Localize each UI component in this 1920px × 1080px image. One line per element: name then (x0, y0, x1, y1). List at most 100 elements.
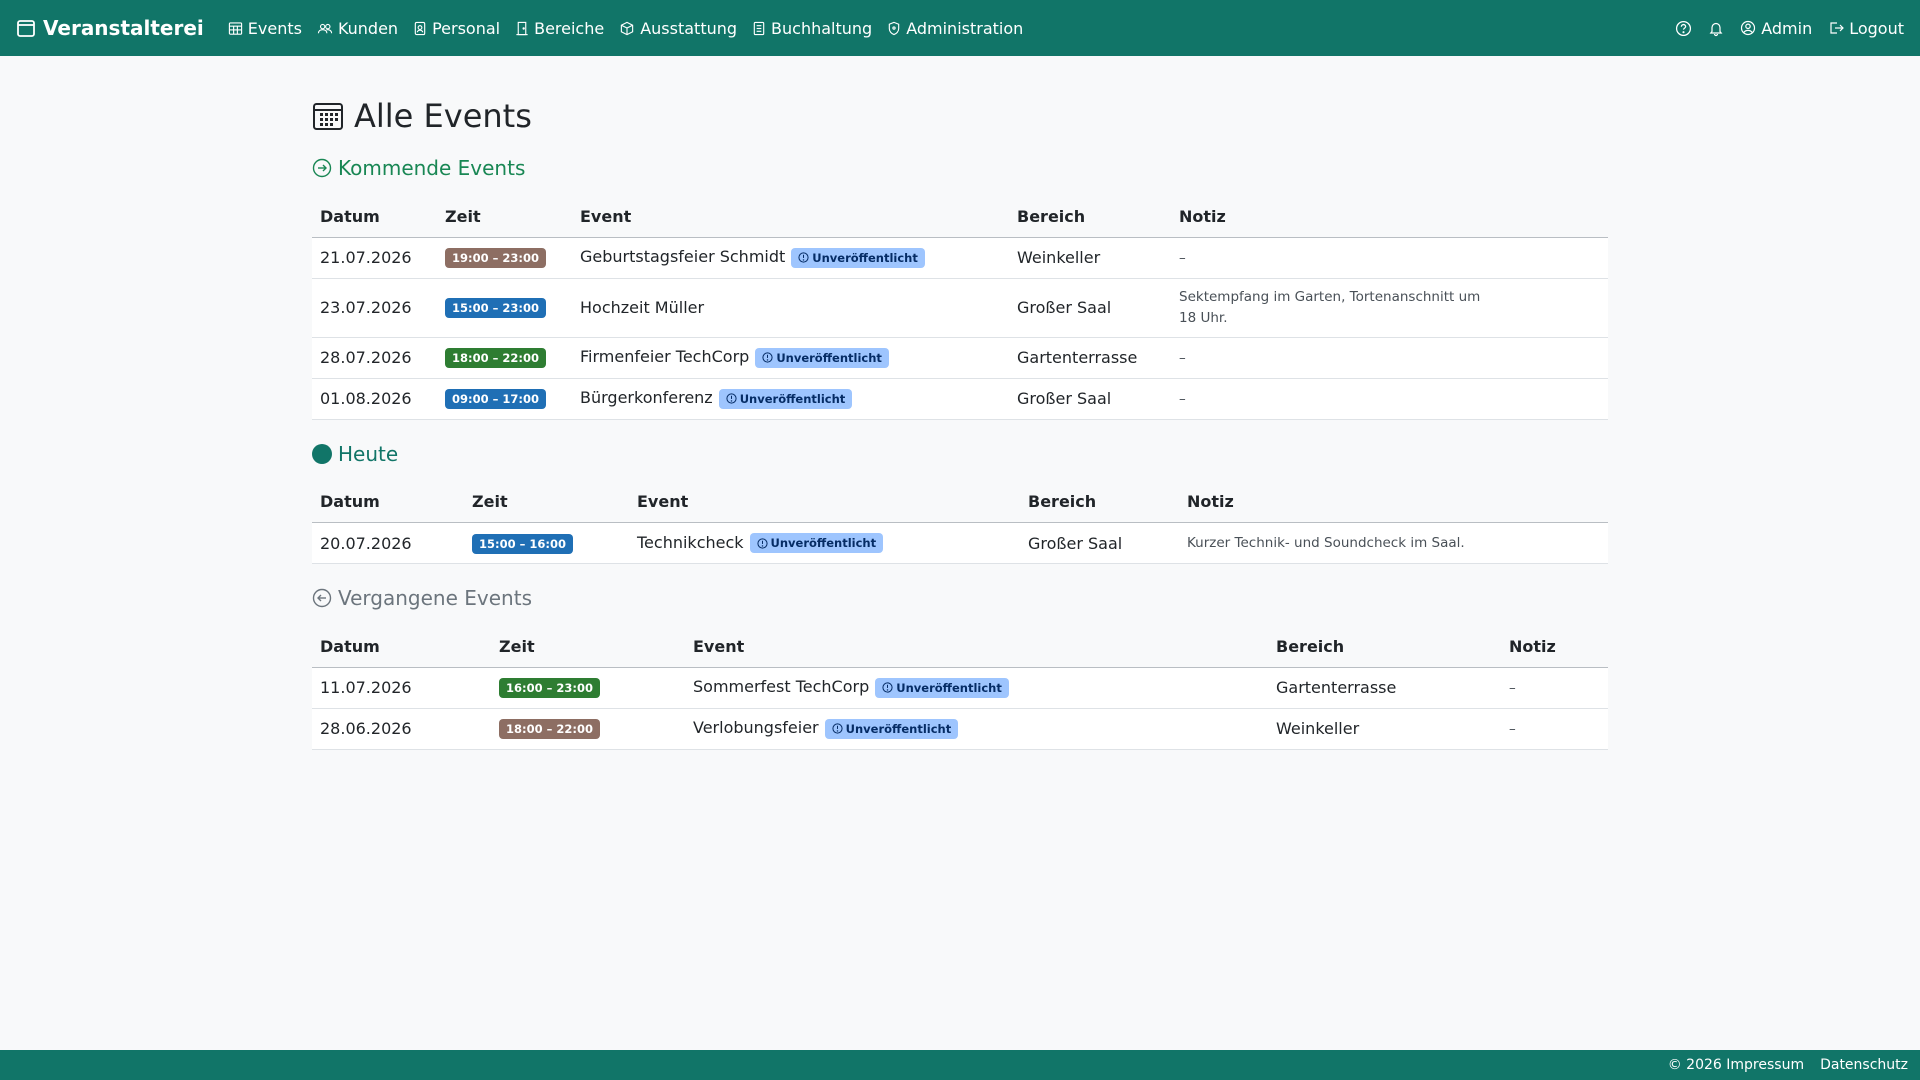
col-header-event[interactable]: Event (685, 626, 1268, 668)
col-header-zeit[interactable]: Zeit (464, 481, 629, 523)
status-badge: Unveröffentlicht (875, 677, 1009, 698)
col-header-datum[interactable]: Datum (312, 481, 464, 523)
nav-item-kunden[interactable]: Kunden (317, 19, 398, 38)
event-link[interactable]: Firmenfeier TechCorp (580, 347, 749, 366)
arrow-left-circle-icon (312, 588, 332, 608)
table-row[interactable]: 28.06.2026 18:00 – 22:00 Verlobungsfeier… (312, 708, 1608, 750)
col-header-notiz[interactable]: Notiz (1179, 481, 1608, 523)
section-past-title: Vergangene Events (312, 584, 1608, 612)
col-header-zeit[interactable]: Zeit (437, 196, 572, 238)
table-row[interactable]: 01.08.2026 09:00 – 17:00 Bürgerkonferenz… (312, 378, 1608, 420)
user-name: Admin (1761, 18, 1813, 38)
cell-note: – (1509, 679, 1516, 696)
cell-area: Großer Saal (1020, 522, 1179, 564)
event-link[interactable]: Verlobungsfeier (693, 718, 819, 737)
nav-item-personal[interactable]: Personal (413, 19, 500, 38)
brand-link[interactable]: Veranstalterei (16, 16, 204, 40)
today-events-table: Datum Zeit Event Bereich Notiz 20.07.202… (312, 481, 1608, 564)
table-row[interactable]: 11.07.2026 16:00 – 23:00 Sommerfest Tech… (312, 667, 1608, 709)
nav-item-events[interactable]: Events (228, 19, 302, 38)
nav-item-bereiche[interactable]: Bereiche (515, 19, 604, 38)
col-header-bereich[interactable]: Bereich (1009, 196, 1171, 238)
box-icon (621, 21, 634, 35)
event-link[interactable]: Sommerfest TechCorp (693, 677, 869, 696)
col-header-event[interactable]: Event (572, 196, 1009, 238)
status-badge-label: Unveröffentlicht (739, 391, 846, 406)
info-icon (882, 682, 893, 693)
nav-item-ausstattung[interactable]: Ausstattung (619, 19, 737, 38)
cell-area: Gartenterrasse (1009, 337, 1171, 379)
col-header-notiz[interactable]: Notiz (1501, 626, 1608, 668)
datenschutz-link[interactable]: Datenschutz (1820, 1057, 1908, 1073)
user-menu[interactable]: Admin (1740, 19, 1812, 38)
main-nav: Events Kunden Personal Bereiche Ausstatt… (228, 19, 1023, 38)
event-link[interactable]: Bürgerkonferenz (580, 388, 713, 407)
info-icon (756, 538, 768, 549)
col-header-zeit[interactable]: Zeit (491, 626, 685, 668)
cell-date: 23.07.2026 (312, 278, 437, 338)
cell-area: Großer Saal (1009, 278, 1171, 338)
logout-label: Logout (1849, 18, 1904, 38)
cell-note: Sektempfang im Garten, Tortenanschnitt u… (1179, 288, 1481, 326)
main-content: Alle Events Kommende Events Datum Zeit E… (312, 96, 1608, 750)
nav-item-buchhaltung[interactable]: Buchhaltung (752, 19, 872, 38)
col-header-datum[interactable]: Datum (312, 196, 437, 238)
logout-button[interactable]: Logout (1828, 19, 1904, 38)
time-badge: 18:00 – 22:00 (445, 348, 546, 368)
cell-date: 01.08.2026 (312, 378, 437, 420)
cell-date: 11.07.2026 (312, 667, 491, 709)
user-circle-icon (1741, 20, 1756, 36)
status-badge-label: Unveröffentlicht (812, 250, 918, 265)
cell-note: – (1179, 249, 1186, 266)
cell-date: 20.07.2026 (312, 522, 464, 564)
past-events-table: Datum Zeit Event Bereich Notiz 11.07.202… (312, 626, 1608, 750)
status-badge-label: Unveröffentlicht (896, 680, 1002, 695)
cell-note: Kurzer Technik- und Soundcheck im Saal. (1187, 535, 1465, 551)
info-icon (726, 393, 737, 404)
cell-area: Weinkeller (1009, 237, 1171, 279)
status-badge: Unveröffentlicht (718, 388, 853, 409)
cell-date: 28.07.2026 (312, 337, 437, 379)
section-upcoming-title: Kommende Events (312, 154, 1608, 182)
status-badge-label: Unveröffentlicht (770, 536, 877, 551)
nav-label: Ausstattung (640, 18, 738, 38)
footer: © 2026 Impressum Datenschutz (0, 1050, 1920, 1080)
help-icon[interactable] (1675, 20, 1692, 37)
event-link[interactable]: Hochzeit Müller (580, 298, 704, 317)
table-row[interactable]: 21.07.2026 19:00 – 23:00 Geburtstagsfeie… (312, 237, 1608, 279)
cell-note: – (1179, 390, 1186, 407)
col-header-bereich[interactable]: Bereich (1020, 481, 1179, 523)
page-title-text: Alle Events (354, 97, 532, 135)
calendar-grid-icon (313, 103, 343, 130)
filled-circle-icon (312, 443, 332, 464)
bell-icon[interactable] (1708, 20, 1724, 37)
table-row[interactable]: 28.07.2026 18:00 – 22:00 Firmenfeier Tec… (312, 337, 1608, 379)
event-link[interactable]: Technikcheck (637, 533, 744, 552)
col-header-bereich[interactable]: Bereich (1268, 626, 1501, 668)
col-header-event[interactable]: Event (629, 481, 1020, 523)
col-header-notiz[interactable]: Notiz (1171, 196, 1608, 238)
section-title-text: Kommende Events (338, 156, 526, 180)
cell-date: 21.07.2026 (312, 237, 437, 279)
section-title-text: Vergangene Events (338, 586, 532, 610)
calendar-table-icon (228, 21, 242, 35)
time-badge: 18:00 – 22:00 (499, 719, 600, 739)
time-badge: 16:00 – 23:00 (499, 678, 600, 698)
nav-label: Events (247, 18, 302, 38)
col-header-datum[interactable]: Datum (312, 626, 491, 668)
table-row[interactable]: 23.07.2026 15:00 – 23:00 Hochzeit Müller… (312, 278, 1608, 338)
time-badge: 09:00 – 17:00 (445, 389, 546, 409)
section-title-text: Heute (338, 441, 399, 466)
impressum-link[interactable]: © 2026 Impressum (1668, 1057, 1804, 1073)
table-row[interactable]: 20.07.2026 15:00 – 16:00 Technikcheck Unv… (312, 522, 1608, 564)
cell-area: Weinkeller (1268, 708, 1501, 750)
info-icon (798, 252, 809, 263)
top-navbar: Veranstalterei Events Kunden Personal Be… (0, 0, 1920, 56)
time-badge: 15:00 – 16:00 (472, 533, 573, 554)
event-link[interactable]: Geburtstagsfeier Schmidt (580, 247, 785, 266)
info-icon (832, 723, 843, 734)
status-badge: Unveröffentlicht (791, 247, 925, 268)
nav-item-administration[interactable]: Administration (887, 19, 1023, 38)
people-icon (317, 23, 333, 33)
status-badge: Unveröffentlicht (749, 533, 884, 554)
